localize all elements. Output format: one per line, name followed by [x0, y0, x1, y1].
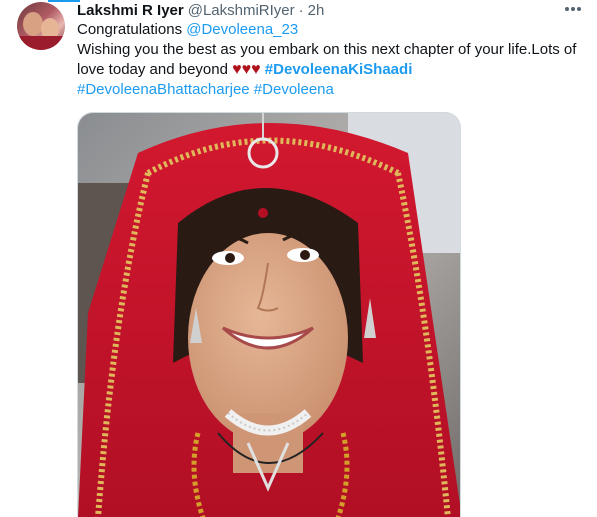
mention-link[interactable]: @Devoleena_23 — [186, 21, 298, 38]
tweet-header: Lakshmi R Iyer @LakshmiRIyer · 2h — [77, 1, 324, 19]
author-avatar[interactable] — [17, 2, 65, 50]
tweet-timestamp[interactable]: 2h — [308, 2, 325, 19]
avatar-clothing — [17, 36, 65, 50]
header-separator: · — [298, 1, 304, 19]
congrats-text: Congratulations — [77, 21, 187, 38]
avatar-face-left — [23, 12, 43, 36]
top-accent-bar — [48, 0, 80, 2]
author-name[interactable]: Lakshmi R Iyer — [77, 2, 184, 19]
tweet-paragraph: Wishing you the best as you embark on th… — [77, 40, 587, 100]
hashtag-devoleenabhattacharjee[interactable]: #DevoleenaBhattacharjee — [77, 81, 250, 98]
hashtag-devoleenakishaadi[interactable]: #DevoleenaKiShaadi — [265, 61, 413, 78]
tweet-text: Congratulations @Devoleena_23 Wishing yo… — [77, 20, 587, 100]
more-horizontal-icon[interactable] — [562, 0, 584, 18]
bride-selfie-illustration — [78, 113, 460, 517]
tweet-photo[interactable] — [77, 112, 461, 517]
hashtag-devoleena[interactable]: #Devoleena — [254, 81, 334, 98]
tweet-line-congrats: Congratulations @Devoleena_23 — [77, 20, 587, 40]
author-handle[interactable]: @LakshmiRIyer — [188, 2, 295, 19]
hearts-emoji: ♥♥♥ — [232, 61, 261, 78]
